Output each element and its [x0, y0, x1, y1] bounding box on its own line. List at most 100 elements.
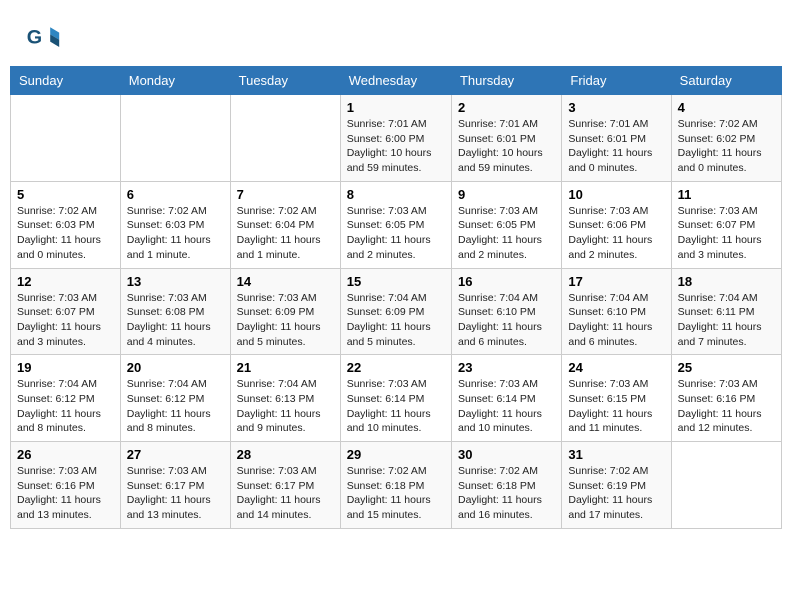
day-number: 20 — [127, 360, 224, 375]
calendar-cell: 16Sunrise: 7:04 AM Sunset: 6:10 PM Dayli… — [451, 268, 561, 355]
day-info: Sunrise: 7:02 AM Sunset: 6:02 PM Dayligh… — [678, 117, 775, 176]
calendar-cell — [230, 95, 340, 182]
day-number: 28 — [237, 447, 334, 462]
calendar-cell: 3 Sunrise: 7:01 AM Sunset: 6:01 PM Daylig… — [562, 95, 671, 182]
calendar-cell — [671, 442, 781, 529]
calendar-cell: 10 Sunrise: 7:03 AM Sunset: 6:06 PM Dayli… — [562, 181, 671, 268]
day-info: Sunrise: 7:03 AM Sunset: 6:09 PM Dayligh… — [237, 291, 334, 350]
day-info: Sunrise: 7:03 AM Sunset: 6:17 PM Dayligh… — [127, 464, 224, 523]
calendar-cell: 15 Sunrise: 7:04 AM Sunset: 6:09 PM Dayli… — [340, 268, 451, 355]
calendar-cell: 13 Sunrise: 7:03 AM Sunset: 6:08 PM Dayli… — [120, 268, 230, 355]
calendar-cell: 17Sunrise: 7:04 AM Sunset: 6:10 PM Dayli… — [562, 268, 671, 355]
day-info: Sunrise: 7:03 AM Sunset: 6:16 PM Dayligh… — [17, 464, 114, 523]
day-info: Sunrise: 7:04 AM Sunset: 6:11 PM Dayligh… — [678, 291, 775, 350]
calendar-cell: 6Sunrise: 7:02 AM Sunset: 6:03 PM Daylig… — [120, 181, 230, 268]
day-number: 29 — [347, 447, 445, 462]
column-header-thursday: Thursday — [451, 67, 561, 95]
day-number: 27 — [127, 447, 224, 462]
calendar-cell: 9 Sunrise: 7:03 AM Sunset: 6:05 PM Daylig… — [451, 181, 561, 268]
column-header-monday: Monday — [120, 67, 230, 95]
day-number: 13 — [127, 274, 224, 289]
calendar-cell — [11, 95, 121, 182]
day-number: 24 — [568, 360, 664, 375]
calendar-cell: 2Sunrise: 7:01 AM Sunset: 6:01 PM Daylig… — [451, 95, 561, 182]
day-info: Sunrise: 7:02 AM Sunset: 6:19 PM Dayligh… — [568, 464, 664, 523]
day-info: Sunrise: 7:03 AM Sunset: 6:07 PM Dayligh… — [17, 291, 114, 350]
calendar-cell: 22 Sunrise: 7:03 AM Sunset: 6:14 PM Dayli… — [340, 355, 451, 442]
day-number: 30 — [458, 447, 555, 462]
day-info: Sunrise: 7:03 AM Sunset: 6:16 PM Dayligh… — [678, 377, 775, 436]
calendar-cell: 23 Sunrise: 7:03 AM Sunset: 6:14 PM Dayli… — [451, 355, 561, 442]
day-number: 18 — [678, 274, 775, 289]
calendar-week-3: 12Sunrise: 7:03 AM Sunset: 6:07 PM Dayli… — [11, 268, 782, 355]
day-info: Sunrise: 7:03 AM Sunset: 6:15 PM Dayligh… — [568, 377, 664, 436]
calendar-cell: 28 Sunrise: 7:03 AM Sunset: 6:17 PM Dayli… — [230, 442, 340, 529]
calendar-week-4: 19 Sunrise: 7:04 AM Sunset: 6:12 PM Dayli… — [11, 355, 782, 442]
day-info: Sunrise: 7:02 AM Sunset: 6:04 PM Dayligh… — [237, 204, 334, 263]
calendar-cell: 21 Sunrise: 7:04 AM Sunset: 6:13 PM Dayli… — [230, 355, 340, 442]
calendar-cell — [120, 95, 230, 182]
day-number: 23 — [458, 360, 555, 375]
day-number: 14 — [237, 274, 334, 289]
day-number: 19 — [17, 360, 114, 375]
calendar-cell: 4 Sunrise: 7:02 AM Sunset: 6:02 PM Daylig… — [671, 95, 781, 182]
logo-icon: G — [25, 20, 61, 56]
day-number: 10 — [568, 187, 664, 202]
day-number: 3 — [568, 100, 664, 115]
calendar-cell: 19Sunrise: 7:04 AM Sunset: 6:12 PM Dayli… — [11, 355, 121, 442]
day-info: Sunrise: 7:03 AM Sunset: 6:14 PM Dayligh… — [347, 377, 445, 436]
day-info: Sunrise: 7:02 AM Sunset: 6:03 PM Dayligh… — [127, 204, 224, 263]
calendar-cell: 26Sunrise: 7:03 AM Sunset: 6:16 PM Dayli… — [11, 442, 121, 529]
calendar-cell: 8 Sunrise: 7:03 AM Sunset: 6:05 PM Daylig… — [340, 181, 451, 268]
calendar-cell: 30 Sunrise: 7:02 AM Sunset: 6:18 PM Dayli… — [451, 442, 561, 529]
calendar-cell: 20 Sunrise: 7:04 AM Sunset: 6:12 PM Dayli… — [120, 355, 230, 442]
calendar-week-2: 5 Sunrise: 7:02 AM Sunset: 6:03 PM Daylig… — [11, 181, 782, 268]
day-number: 15 — [347, 274, 445, 289]
day-info: Sunrise: 7:03 AM Sunset: 6:14 PM Dayligh… — [458, 377, 555, 436]
day-info: Sunrise: 7:04 AM Sunset: 6:10 PM Dayligh… — [568, 291, 664, 350]
calendar-cell: 11Sunrise: 7:03 AM Sunset: 6:07 PM Dayli… — [671, 181, 781, 268]
calendar-cell: 24 Sunrise: 7:03 AM Sunset: 6:15 PM Dayli… — [562, 355, 671, 442]
day-number: 31 — [568, 447, 664, 462]
day-info: Sunrise: 7:01 AM Sunset: 6:01 PM Dayligh… — [568, 117, 664, 176]
day-info: Sunrise: 7:03 AM Sunset: 6:17 PM Dayligh… — [237, 464, 334, 523]
day-info: Sunrise: 7:03 AM Sunset: 6:08 PM Dayligh… — [127, 291, 224, 350]
day-number: 9 — [458, 187, 555, 202]
calendar-cell: 18 Sunrise: 7:04 AM Sunset: 6:11 PM Dayli… — [671, 268, 781, 355]
column-header-wednesday: Wednesday — [340, 67, 451, 95]
day-number: 22 — [347, 360, 445, 375]
day-info: Sunrise: 7:01 AM Sunset: 6:01 PM Dayligh… — [458, 117, 555, 176]
day-number: 4 — [678, 100, 775, 115]
calendar-cell: 25 Sunrise: 7:03 AM Sunset: 6:16 PM Dayli… — [671, 355, 781, 442]
day-info: Sunrise: 7:04 AM Sunset: 6:13 PM Dayligh… — [237, 377, 334, 436]
day-number: 8 — [347, 187, 445, 202]
day-info: Sunrise: 7:03 AM Sunset: 6:05 PM Dayligh… — [347, 204, 445, 263]
calendar-cell: 1Sunrise: 7:01 AM Sunset: 6:00 PM Daylig… — [340, 95, 451, 182]
calendar-table: SundayMondayTuesdayWednesdayThursdayFrid… — [10, 66, 782, 529]
column-header-sunday: Sunday — [11, 67, 121, 95]
svg-text:G: G — [27, 26, 42, 48]
day-info: Sunrise: 7:04 AM Sunset: 6:12 PM Dayligh… — [127, 377, 224, 436]
calendar-week-1: 1Sunrise: 7:01 AM Sunset: 6:00 PM Daylig… — [11, 95, 782, 182]
day-info: Sunrise: 7:04 AM Sunset: 6:09 PM Dayligh… — [347, 291, 445, 350]
day-number: 7 — [237, 187, 334, 202]
day-number: 21 — [237, 360, 334, 375]
column-header-friday: Friday — [562, 67, 671, 95]
day-info: Sunrise: 7:03 AM Sunset: 6:06 PM Dayligh… — [568, 204, 664, 263]
calendar-week-5: 26Sunrise: 7:03 AM Sunset: 6:16 PM Dayli… — [11, 442, 782, 529]
calendar-header-row: SundayMondayTuesdayWednesdayThursdayFrid… — [11, 67, 782, 95]
calendar-cell: 14 Sunrise: 7:03 AM Sunset: 6:09 PM Dayli… — [230, 268, 340, 355]
day-info: Sunrise: 7:02 AM Sunset: 6:03 PM Dayligh… — [17, 204, 114, 263]
day-info: Sunrise: 7:02 AM Sunset: 6:18 PM Dayligh… — [458, 464, 555, 523]
day-info: Sunrise: 7:03 AM Sunset: 6:05 PM Dayligh… — [458, 204, 555, 263]
page-header: G — [10, 10, 782, 61]
day-number: 25 — [678, 360, 775, 375]
day-info: Sunrise: 7:03 AM Sunset: 6:07 PM Dayligh… — [678, 204, 775, 263]
calendar-cell: 5 Sunrise: 7:02 AM Sunset: 6:03 PM Daylig… — [11, 181, 121, 268]
calendar-cell: 27 Sunrise: 7:03 AM Sunset: 6:17 PM Dayli… — [120, 442, 230, 529]
day-number: 5 — [17, 187, 114, 202]
calendar-cell: 12Sunrise: 7:03 AM Sunset: 6:07 PM Dayli… — [11, 268, 121, 355]
column-header-tuesday: Tuesday — [230, 67, 340, 95]
logo: G — [25, 20, 63, 56]
calendar-cell: 29Sunrise: 7:02 AM Sunset: 6:18 PM Dayli… — [340, 442, 451, 529]
